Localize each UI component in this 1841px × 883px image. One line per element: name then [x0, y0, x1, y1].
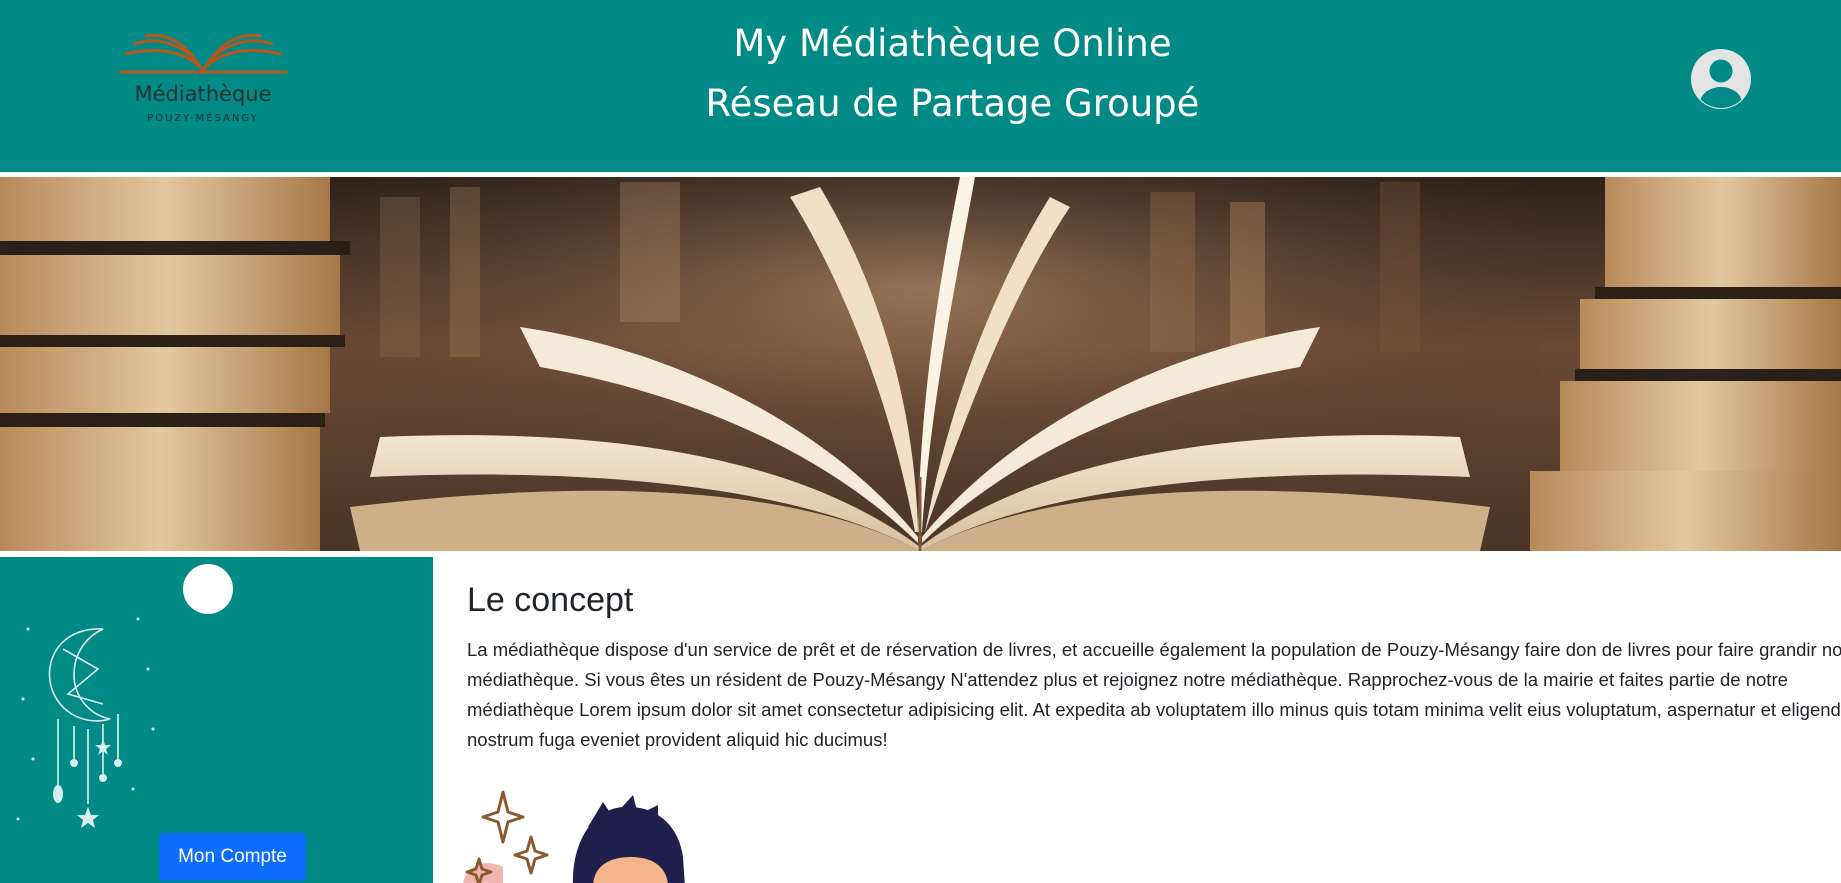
site-logo[interactable]: Médiathèque POUZY-MÉSANGY: [118, 30, 288, 130]
site-header: Médiathèque POUZY-MÉSANGY My Médiathèque…: [0, 0, 1841, 172]
hero-banner: [0, 177, 1841, 551]
open-book-library-photo: [0, 177, 1841, 551]
open-book-icon: [118, 33, 288, 74]
title-line-1: My Médiathèque Online: [733, 22, 1172, 65]
my-account-button[interactable]: Mon Compte: [159, 833, 306, 881]
crescent-moon-dreamcatcher-icon: [16, 617, 155, 828]
main-content: Le concept La médiathèque dispose d'un s…: [433, 557, 1841, 883]
user-avatar-icon[interactable]: [1690, 48, 1752, 110]
section-text: La médiathèque dispose d'un service de p…: [467, 639, 1841, 750]
logo-subtitle: POUZY-MÉSANGY: [147, 113, 259, 124]
reading-person-illustration: [463, 790, 685, 883]
section-title: Le concept: [467, 581, 634, 619]
full-moon-icon: [183, 564, 233, 614]
logo-name: Médiathèque: [134, 82, 272, 106]
sidebar: Mon Compte: [0, 557, 433, 883]
title-line-2: Réseau de Partage Groupé: [705, 82, 1200, 125]
site-title: My Médiathèque Online Réseau de Partage …: [620, 14, 1285, 134]
